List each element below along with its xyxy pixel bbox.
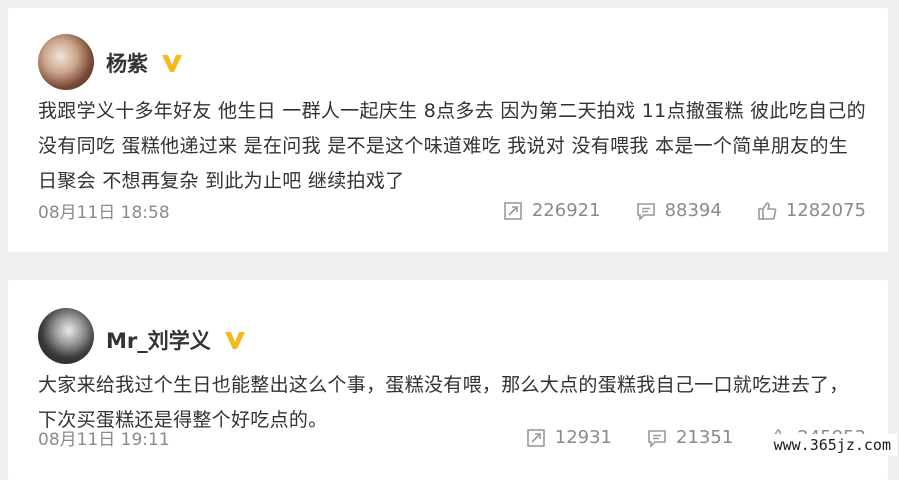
like-button[interactable]: 1282075: [756, 200, 866, 222]
comment-button[interactable]: 21351: [646, 427, 733, 449]
username[interactable]: Mr_刘学义: [106, 325, 211, 355]
comment-count: 21351: [676, 427, 734, 448]
post-card: Mr_刘学义 大家来给我过个生日也能整出这么个事，蛋糕没有喂，那么大点的蛋糕我自…: [8, 280, 888, 480]
comment-icon: [648, 429, 666, 448]
verified-v-icon: [224, 332, 245, 349]
comment-icon: [636, 202, 655, 221]
username[interactable]: 杨紫: [106, 48, 148, 78]
repost-count: 226921: [531, 200, 601, 221]
repost-icon: [504, 201, 522, 220]
comment-button[interactable]: 88394: [635, 200, 722, 222]
like-count: 1282075: [785, 200, 866, 221]
thumbs-up-icon: [758, 201, 777, 220]
verified-v-icon: [162, 55, 182, 72]
repost-button[interactable]: 226921: [502, 200, 601, 222]
avatar[interactable]: [38, 34, 94, 90]
post-footer: 08月11日 19:11 12931 21351 245853: [38, 425, 866, 450]
repost-icon: [526, 428, 545, 447]
post-timestamp: 08月11日 18:58: [38, 203, 170, 223]
post-timestamp: 08月11日 19:11: [38, 430, 170, 450]
repost-count: 12931: [554, 427, 613, 448]
repost-button[interactable]: 12931: [525, 427, 612, 449]
post-card: 杨紫 我跟学义十多年好友 他生日 一群人一起庆生 8点多去 因为第二天拍戏 11…: [8, 8, 888, 252]
post-footer: 08月11日 18:58 226921 88394 1282075: [38, 198, 866, 223]
comment-count: 88394: [664, 200, 722, 221]
post-content: 我跟学义十多年好友 他生日 一群人一起庆生 8点多去 因为第二天拍戏 11点撤蛋…: [38, 100, 866, 192]
avatar[interactable]: [38, 308, 94, 364]
site-watermark: www.365jz.com: [767, 434, 897, 456]
